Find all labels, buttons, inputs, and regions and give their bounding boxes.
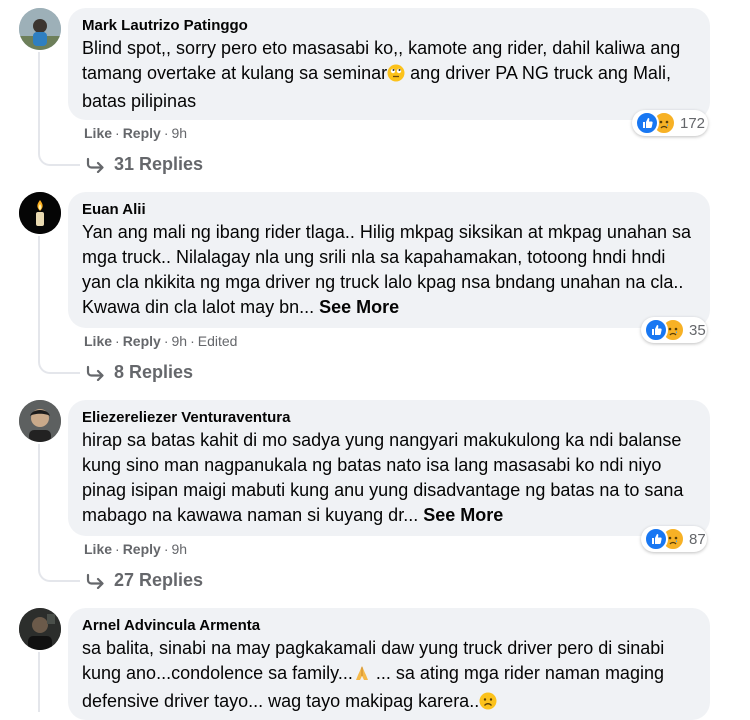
like-button[interactable]: Like [84, 333, 112, 349]
thread-line [38, 236, 40, 358]
comment-author[interactable]: Arnel Advincula Armenta [82, 616, 696, 635]
replies-count: 8 Replies [114, 362, 194, 382]
reply-button[interactable]: Reply [123, 541, 161, 557]
reply-button[interactable]: Reply [123, 125, 161, 141]
comment-text: sa balita, sinabi na may pagkakamali daw… [82, 636, 696, 717]
reply-arrow-icon [86, 365, 104, 381]
view-replies-button[interactable]: 27 Replies [86, 570, 203, 591]
rolling-eyes-emoji [387, 64, 405, 89]
reply-arrow-icon [86, 573, 104, 589]
thread-line [38, 444, 40, 566]
reaction-summary[interactable]: 35 [641, 317, 707, 343]
comment-bubble: Mark Lautrizo Patinggo Blind spot,, sorr… [68, 8, 710, 120]
comment-text: Blind spot,, sorry pero eto masasabi ko,… [82, 38, 681, 111]
thread-line [38, 652, 40, 712]
comment-bubble: Eliezereliezer Venturaventura hirap sa b… [68, 400, 710, 536]
thread-hook [38, 566, 80, 582]
reaction-count: 172 [680, 114, 706, 132]
like-reaction-icon [644, 318, 668, 342]
comment-bubble: Euan Alii Yan ang mali ng ibang rider tl… [68, 192, 710, 328]
timestamp[interactable]: 9h [171, 333, 187, 349]
avatar[interactable] [19, 8, 61, 50]
reply-arrow-icon [86, 157, 104, 173]
comment-bubble: Arnel Advincula Armenta sa balita, sinab… [68, 608, 710, 720]
thread-hook [38, 358, 80, 374]
replies-count: 31 Replies [114, 154, 204, 174]
reaction-count: 35 [689, 321, 706, 339]
avatar[interactable] [19, 608, 61, 650]
see-more-link[interactable]: See More [423, 505, 503, 525]
comment-text: Yan ang mali ng ibang rider tlaga.. Hili… [82, 222, 692, 317]
view-replies-button[interactable]: 8 Replies [86, 362, 193, 383]
comment-actions: Like · Reply · 9h [84, 125, 188, 141]
praying-hands-emoji [353, 664, 371, 689]
reaction-summary[interactable]: 172 [632, 110, 708, 136]
like-reaction-icon [644, 527, 668, 551]
edited-label: Edited [197, 333, 238, 349]
like-button[interactable]: Like [84, 541, 112, 557]
comment-author[interactable]: Eliezereliezer Venturaventura [82, 408, 696, 427]
like-reaction-icon [635, 111, 659, 135]
see-more-link[interactable]: See More [319, 297, 399, 317]
avatar[interactable] [19, 192, 61, 234]
thread-hook [38, 150, 80, 166]
comment-author[interactable]: Euan Alii [82, 200, 696, 219]
view-replies-button[interactable]: 31 Replies [86, 154, 203, 175]
replies-count: 27 Replies [114, 570, 204, 590]
timestamp[interactable]: 9h [171, 125, 187, 141]
comment-text: hirap sa batas kahit di mo sadya yung na… [82, 430, 684, 525]
comment-actions: Like · Reply · 9h [84, 541, 188, 557]
thread-line [38, 52, 40, 150]
comment-actions: Like · Reply · 9h · Edited [84, 333, 238, 349]
avatar[interactable] [19, 400, 61, 442]
sad-face-emoji [479, 692, 497, 717]
comment-author[interactable]: Mark Lautrizo Patinggo [82, 16, 696, 35]
reply-button[interactable]: Reply [123, 333, 161, 349]
reaction-count: 87 [689, 530, 706, 548]
timestamp[interactable]: 9h [171, 541, 187, 557]
reaction-summary[interactable]: 87 [641, 526, 707, 552]
like-button[interactable]: Like [84, 125, 112, 141]
